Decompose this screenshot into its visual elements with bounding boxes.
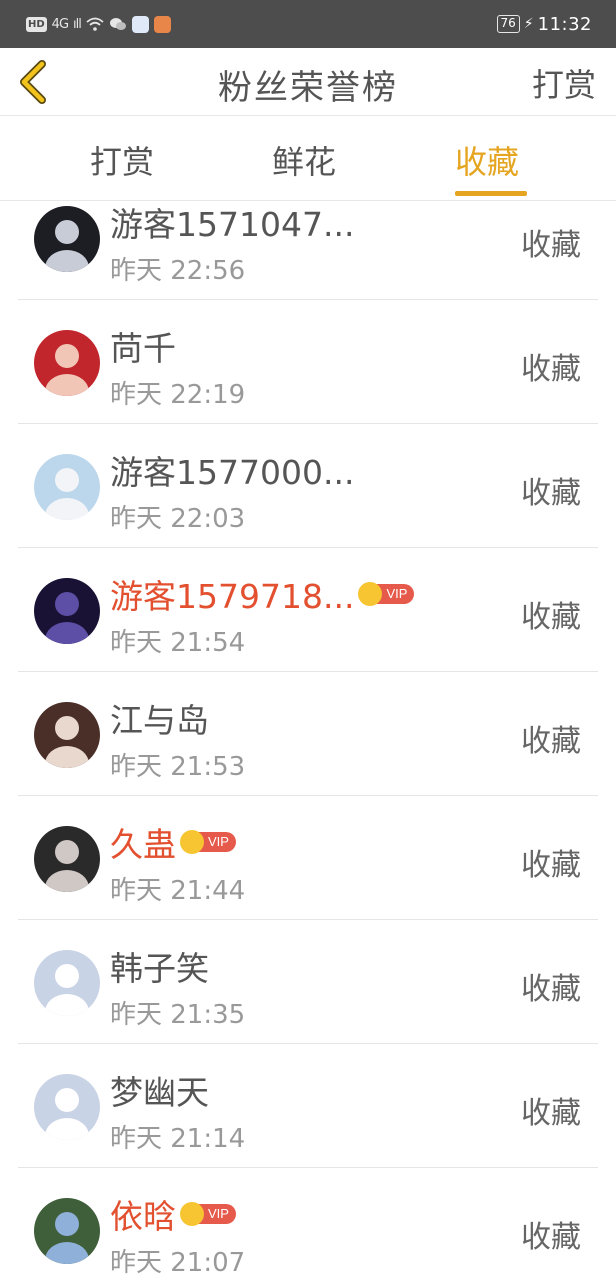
wifi-icon — [86, 17, 104, 31]
action-label: 收藏 — [521, 1220, 581, 1255]
name-line: 游客1577000... — [110, 448, 354, 492]
crown-icon — [180, 1202, 204, 1226]
name-line: 游客1571047... — [110, 200, 354, 244]
list-item[interactable]: 游客1571047... 昨天 22:56 收藏 — [0, 176, 616, 300]
timestamp: 昨天 21:14 — [110, 1124, 246, 1154]
list-item[interactable]: 梦幽天 昨天 21:14 收藏 — [0, 1044, 616, 1168]
user-name: 游客1577000... — [110, 453, 355, 492]
name-line: 依晗 VIP — [110, 1192, 236, 1236]
timestamp: 昨天 21:54 — [110, 628, 246, 658]
list-item[interactable]: 依晗 VIP 昨天 21:07 收藏 — [0, 1168, 616, 1280]
hd-indicator: HD — [26, 16, 47, 32]
timestamp: 昨天 21:44 — [110, 876, 246, 906]
network-indicator: 4G — [51, 16, 69, 32]
avatar[interactable] — [34, 330, 100, 396]
timestamp: 昨天 22:56 — [110, 256, 246, 286]
header-bar: 粉丝荣誉榜 打赏 — [0, 48, 616, 116]
action-label: 收藏 — [521, 1096, 581, 1131]
user-name: 久蛊 — [110, 825, 176, 864]
action-label: 收藏 — [521, 228, 581, 263]
wechat-icon — [109, 18, 126, 30]
name-line: 苘千 — [110, 324, 176, 368]
status-bar-left: HD 4G ıll — [26, 14, 171, 34]
name-line: 梦幽天 — [110, 1068, 209, 1112]
timestamp: 昨天 22:03 — [110, 504, 246, 534]
action-label: 收藏 — [521, 476, 581, 511]
vip-badge: VIP — [358, 582, 415, 606]
user-name: 江与岛 — [110, 701, 209, 740]
vip-badge: VIP — [180, 1202, 236, 1226]
avatar[interactable] — [34, 578, 100, 644]
avatar[interactable] — [34, 950, 100, 1016]
name-line: 久蛊 VIP — [110, 820, 236, 864]
vip-badge: VIP — [180, 830, 236, 854]
timestamp: 昨天 21:07 — [110, 1248, 246, 1278]
timestamp: 昨天 21:53 — [110, 752, 246, 782]
action-label: 收藏 — [521, 352, 581, 387]
user-name: 苘千 — [110, 329, 176, 368]
crown-icon — [180, 830, 204, 854]
status-bar: HD 4G ıll 76 ⚡ 11:32 — [0, 0, 616, 48]
list-item[interactable]: 游客1577000... 昨天 22:03 收藏 — [0, 424, 616, 548]
status-bar-right: 76 ⚡ 11:32 — [496, 12, 593, 36]
user-name: 梦幽天 — [110, 1073, 209, 1112]
avatar[interactable] — [34, 702, 100, 768]
signal-icon: ıll — [73, 16, 82, 32]
charging-icon: ⚡ — [523, 16, 534, 32]
avatar[interactable] — [34, 1074, 100, 1140]
action-label: 收藏 — [521, 724, 581, 759]
user-name: 依晗 — [110, 1197, 176, 1236]
vip-label: VIP — [376, 584, 415, 604]
action-label: 收藏 — [521, 600, 581, 635]
user-name: 游客1571047... — [110, 205, 355, 244]
video-app-icon — [153, 15, 171, 33]
action-label: 收藏 — [521, 972, 581, 1007]
list-item[interactable]: 韩子笑 昨天 21:35 收藏 — [0, 920, 616, 1044]
user-name: 韩子笑 — [110, 949, 209, 988]
app-icon — [131, 15, 149, 33]
status-time: 11:32 — [537, 13, 592, 35]
name-line: 韩子笑 — [110, 944, 209, 988]
timestamp: 昨天 22:19 — [110, 380, 246, 410]
action-label: 收藏 — [521, 848, 581, 883]
avatar[interactable] — [34, 1198, 100, 1264]
battery-icon: 76 — [496, 15, 520, 33]
name-line: 游客1579718... VIP — [110, 572, 415, 616]
list-item[interactable]: 江与岛 昨天 21:53 收藏 — [0, 672, 616, 796]
avatar[interactable] — [34, 826, 100, 892]
list-item[interactable]: 游客1579718... VIP 昨天 21:54 收藏 — [0, 548, 616, 672]
reward-button[interactable]: 打赏 — [532, 60, 596, 106]
avatar[interactable] — [34, 206, 100, 272]
timestamp: 昨天 21:35 — [110, 1000, 246, 1030]
user-name: 游客1579718... — [110, 577, 355, 616]
name-line: 江与岛 — [110, 696, 209, 740]
fan-list: 游客1571047... 昨天 22:56 收藏 苘千 昨天 22:19 收藏 … — [0, 176, 616, 1280]
avatar[interactable] — [34, 454, 100, 520]
page-title: 粉丝荣誉榜 — [218, 68, 398, 108]
list-item[interactable]: 苘千 昨天 22:19 收藏 — [0, 300, 616, 424]
list-item[interactable]: 久蛊 VIP 昨天 21:44 收藏 — [0, 796, 616, 920]
